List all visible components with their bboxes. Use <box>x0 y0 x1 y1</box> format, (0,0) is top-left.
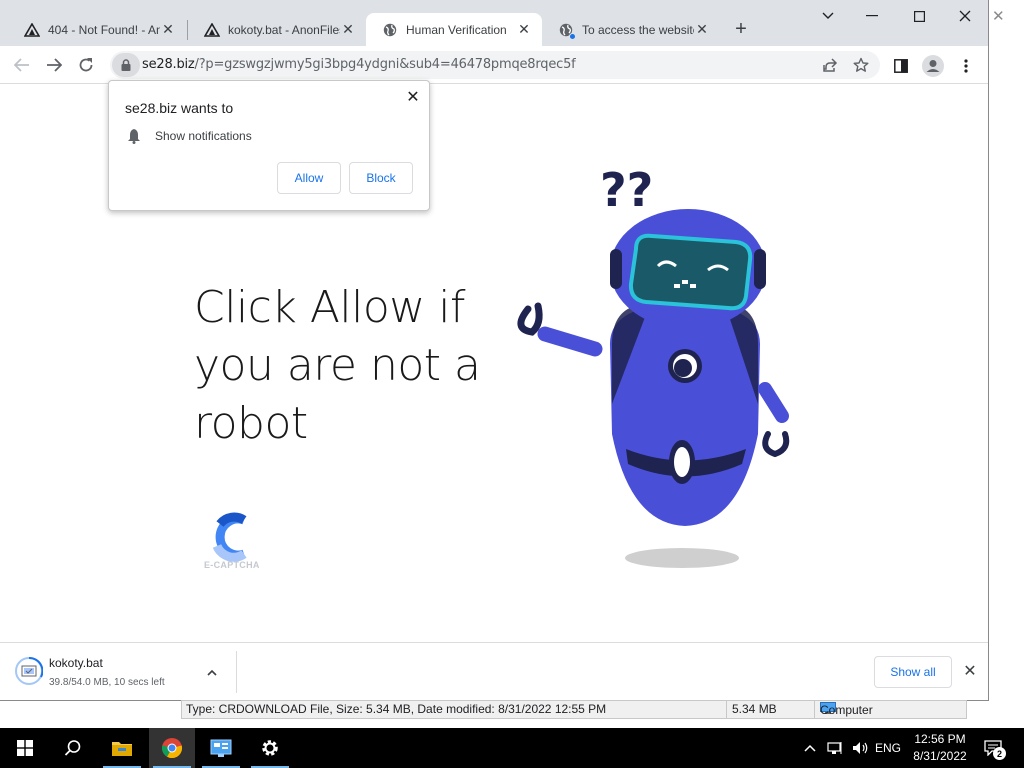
tab-title: To access the website <box>582 22 694 37</box>
volume-icon[interactable] <box>850 728 872 768</box>
anonfiles-icon <box>24 22 40 38</box>
shelf-divider <box>236 651 237 693</box>
search-button[interactable] <box>50 728 96 768</box>
show-hidden-icons-button[interactable] <box>800 728 820 768</box>
network-icon[interactable] <box>824 728 848 768</box>
robot-question-marks: ?? <box>600 163 653 217</box>
browser-toolbar: se28.biz/?p=gzswgzjwmy5gi3bpg4ydgni&sub4… <box>0 46 988 84</box>
tab-access-website[interactable]: To access the website ✕ <box>542 13 720 46</box>
action-center-button[interactable]: 2 <box>980 728 1008 768</box>
prompt-permission-item: Show notifications <box>155 129 252 143</box>
browser-window: 404 - Not Found! - AnonFiles ✕ kokoty.ba… <box>0 0 989 701</box>
tab-human-verification[interactable]: Human Verification ✕ <box>366 13 542 46</box>
headline-line: Click Allow if <box>194 282 466 333</box>
close-icon[interactable]: ✕ <box>516 21 532 38</box>
windows-logo-icon <box>17 740 33 756</box>
file-explorer-taskbar[interactable] <box>99 728 145 768</box>
download-shelf: kokoty.bat 39.8/54.0 MB, 10 secs left Sh… <box>0 642 988 700</box>
status-divider <box>814 701 815 718</box>
download-file-name[interactable]: kokoty.bat <box>49 656 103 670</box>
url-text[interactable]: se28.biz/?p=gzswgzjwmy5gi3bpg4ydgni&sub4… <box>142 57 576 72</box>
background-explorer-status-bar: Type: CRDOWNLOAD File, Size: 5.34 MB, Da… <box>181 700 967 719</box>
settings-taskbar[interactable] <box>247 728 293 768</box>
forward-button[interactable] <box>43 54 65 76</box>
new-tab-button[interactable]: + <box>730 19 752 41</box>
tab-404-not-found[interactable]: 404 - Not Found! - AnonFiles ✕ <box>8 13 186 46</box>
clock-time: 12:56 PM <box>914 732 966 746</box>
gear-icon <box>262 740 278 756</box>
close-icon[interactable]: ✕ <box>340 21 356 38</box>
batch-file-icon <box>15 657 43 685</box>
globe-icon <box>558 22 576 40</box>
minimize-button[interactable] <box>862 6 882 26</box>
verification-headline: Click Allow if you are not a robot <box>194 279 514 453</box>
file-size-text: 5.34 MB <box>732 702 777 716</box>
url-host: se28.biz <box>142 57 195 72</box>
captcha-label: E-CAPTCHA <box>204 560 260 570</box>
profile-avatar[interactable] <box>922 55 944 77</box>
chrome-taskbar[interactable] <box>149 728 195 768</box>
side-panel-icon[interactable] <box>890 55 912 77</box>
location-label: Computer <box>820 703 873 717</box>
search-icon <box>64 740 81 756</box>
bell-icon <box>128 129 140 144</box>
system-clock[interactable]: 12:56 PM 8/31/2022 <box>905 731 975 765</box>
url-path: /?p=gzswgzjwmy5gi3bpg4ydgni&sub4=46478pm… <box>194 57 576 72</box>
background-window-close-icon[interactable]: ✕ <box>992 7 1005 25</box>
reload-button[interactable] <box>75 54 97 76</box>
close-icon[interactable]: ✕ <box>403 87 423 107</box>
share-icon[interactable] <box>820 55 840 75</box>
status-divider <box>726 701 727 718</box>
show-all-button[interactable]: Show all <box>874 656 952 688</box>
allow-button[interactable]: Allow <box>277 162 341 194</box>
prompt-title: se28.biz wants to <box>125 100 234 116</box>
back-button[interactable] <box>11 54 33 76</box>
address-bar[interactable]: se28.biz/?p=gzswgzjwmy5gi3bpg4ydgni&sub4… <box>110 51 880 79</box>
bookmark-star-icon[interactable] <box>851 55 871 75</box>
close-window-button[interactable] <box>955 6 975 26</box>
notification-icon: 2 <box>984 738 1006 760</box>
file-details-text: Type: CRDOWNLOAD File, Size: 5.34 MB, Da… <box>186 702 607 716</box>
menu-kebab-icon[interactable] <box>955 55 977 77</box>
close-icon[interactable]: ✕ <box>960 661 980 681</box>
globe-icon <box>382 22 398 38</box>
tab-title: Human Verification <box>406 22 507 37</box>
windows-taskbar: ENG 12:56 PM 8/31/2022 2 <box>0 728 1024 768</box>
headline-line: you are not a <box>194 340 481 391</box>
close-icon[interactable]: ✕ <box>694 21 710 38</box>
tab-strip: 404 - Not Found! - AnonFiles ✕ kokoty.ba… <box>0 0 988 46</box>
close-icon[interactable]: ✕ <box>160 21 176 38</box>
notification-count-badge: 2 <box>993 747 1006 760</box>
tab-kokoty-bat[interactable]: kokoty.bat - AnonFiles ✕ <box>188 13 366 46</box>
location-text: Computer <box>820 702 873 717</box>
tab-title: 404 - Not Found! - AnonFiles <box>48 22 160 37</box>
tab-title: kokoty.bat - AnonFiles <box>228 22 340 37</box>
maximize-button[interactable] <box>909 6 929 26</box>
clock-date: 8/31/2022 <box>913 749 967 763</box>
robot-illustration: ?? <box>517 163 790 568</box>
control-panel-taskbar[interactable] <box>198 728 244 768</box>
input-language[interactable]: ENG <box>873 728 903 768</box>
control-panel-icon <box>210 739 232 757</box>
download-progress-status: 39.8/54.0 MB, 10 secs left <box>49 677 165 688</box>
headline-line: robot <box>194 398 308 449</box>
chevron-up-icon <box>804 744 816 752</box>
lock-icon[interactable] <box>112 53 140 77</box>
notification-permission-prompt: se28.biz wants to ✕ Show notifications A… <box>108 80 430 211</box>
block-button[interactable]: Block <box>349 162 413 194</box>
attention-dot <box>569 32 576 40</box>
start-button[interactable] <box>2 728 48 768</box>
anonfiles-icon <box>204 22 220 38</box>
chrome-icon <box>161 738 183 759</box>
tab-search-icon[interactable] <box>818 6 838 26</box>
chevron-up-icon[interactable] <box>203 663 221 681</box>
folder-icon <box>112 742 132 756</box>
